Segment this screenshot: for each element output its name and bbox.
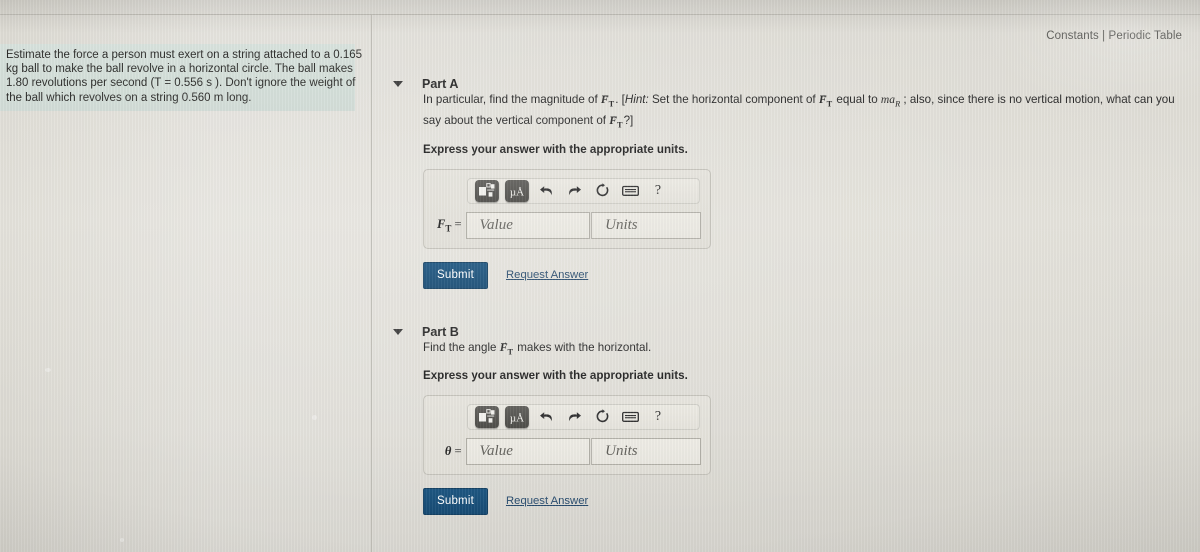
part-b-prompt-text-1: Find the angle	[423, 340, 500, 354]
part-a-units-input[interactable]: Units	[591, 211, 701, 239]
micro-angstrom-units-icon[interactable]: µÅ	[505, 179, 529, 202]
problem-statement: Estimate the force a person must exert o…	[0, 44, 363, 111]
main-content: Part A In particular, find the magnitude…	[372, 15, 1200, 552]
problem-line-2: kg ball to make the ball revolve in a ho…	[6, 63, 353, 76]
problem-line-1: Estimate the force a person must exert o…	[6, 49, 363, 61]
part-b-body: Find the angle FT makes with the horizon…	[423, 339, 1200, 515]
question-panel: Estimate the force a person must exert o…	[0, 15, 372, 552]
part-b-express-instruction: Express your answer with the appropriate…	[423, 368, 688, 382]
prompt-text-1: In particular, find the magnitude of	[423, 93, 601, 106]
part-a-title: Part A	[422, 77, 459, 91]
part-a-answer-label: FT =	[437, 216, 462, 234]
part-a-request-answer-link[interactable]: Request Answer	[506, 269, 588, 281]
part-b-submit-button[interactable]: Submit	[423, 487, 488, 515]
problem-line-3: 1.80 revolutions per second (T = 0.556 s…	[6, 77, 356, 90]
part-b-answer-toolbar: µÅ ?	[467, 403, 700, 430]
part-a-value-input[interactable]: Value	[465, 211, 591, 239]
part-b-value-input[interactable]: Value	[465, 437, 591, 465]
part-b-title: Part B	[422, 324, 459, 339]
part-a-submit-button[interactable]: Submit	[423, 261, 488, 289]
force-tension-symbol-2: FT	[819, 93, 833, 108]
screen-photo-background: Constants | Periodic Table Estimate the …	[0, 0, 1200, 552]
svg-text:µÅ: µÅ	[510, 412, 524, 424]
top-divider-bar	[0, 0, 1200, 15]
part-b-answer-row: θ = Value Units	[433, 437, 701, 465]
prompt-text-6: ?]	[623, 114, 634, 128]
keyboard-icon[interactable]	[619, 406, 641, 428]
math-template-icon[interactable]	[475, 405, 499, 428]
undo-arrow-icon[interactable]	[535, 406, 557, 428]
hint-label: Hint:	[624, 93, 649, 106]
help-question-mark-icon[interactable]: ?	[647, 406, 669, 428]
part-b-header[interactable]: Part B	[393, 325, 1200, 339]
part-a-submit-row: Submit Request Answer	[423, 261, 1200, 289]
svg-text:µÅ: µÅ	[510, 186, 524, 198]
part-b-submit-row: Submit Request Answer	[423, 487, 1200, 515]
prompt-text-3: Set the horizontal component of	[648, 93, 819, 106]
part-a-express-instruction: Express your answer with the appropriate…	[423, 142, 688, 156]
micro-angstrom-units-icon[interactable]: µÅ	[505, 405, 529, 428]
caret-down-icon[interactable]	[393, 81, 403, 87]
part-a-answer-row: FT = Value Units	[433, 211, 701, 239]
caret-down-icon[interactable]	[393, 328, 403, 335]
reset-circular-arrow-icon[interactable]	[591, 180, 613, 202]
part-a-prompt: In particular, find the magnitude of FT.…	[423, 91, 1183, 134]
centripetal-force-expression: maR	[880, 93, 901, 109]
part-a-body: In particular, find the magnitude of FT.…	[423, 91, 1200, 289]
part-b-answer-label: θ =	[444, 443, 462, 458]
part-b-units-input[interactable]: Units	[591, 437, 701, 465]
force-tension-symbol-3: FT	[609, 114, 623, 129]
part-a-header[interactable]: Part A	[393, 77, 1200, 91]
help-question-mark-icon[interactable]: ?	[647, 180, 669, 202]
part-b-request-answer-link[interactable]: Request Answer	[506, 495, 588, 507]
keyboard-icon[interactable]	[619, 180, 641, 202]
reset-circular-arrow-icon[interactable]	[591, 406, 613, 428]
part-a-answer-toolbar: µÅ ?	[467, 177, 700, 204]
constants-periodic-table-link[interactable]: Constants | Periodic Table	[1046, 30, 1182, 42]
undo-arrow-icon[interactable]	[535, 180, 557, 202]
math-template-icon[interactable]	[475, 179, 499, 202]
force-tension-symbol-b: FT	[500, 341, 514, 356]
part-a-answer-widget: µÅ ? FT = Value Units	[423, 168, 711, 249]
problem-line-4: the ball which revolves on a string 0.56…	[6, 91, 252, 104]
redo-arrow-icon[interactable]	[563, 180, 585, 202]
force-tension-symbol-1: FT	[601, 93, 615, 108]
part-b-prompt-text-2: makes with the horizontal.	[514, 340, 652, 354]
part-b-prompt: Find the angle FT makes with the horizon…	[423, 339, 1183, 360]
part-b-answer-widget: µÅ ? θ = Value Units	[423, 394, 711, 475]
prompt-text-4: equal to	[833, 93, 881, 106]
prompt-text-2: . [	[615, 93, 625, 106]
redo-arrow-icon[interactable]	[563, 406, 585, 428]
